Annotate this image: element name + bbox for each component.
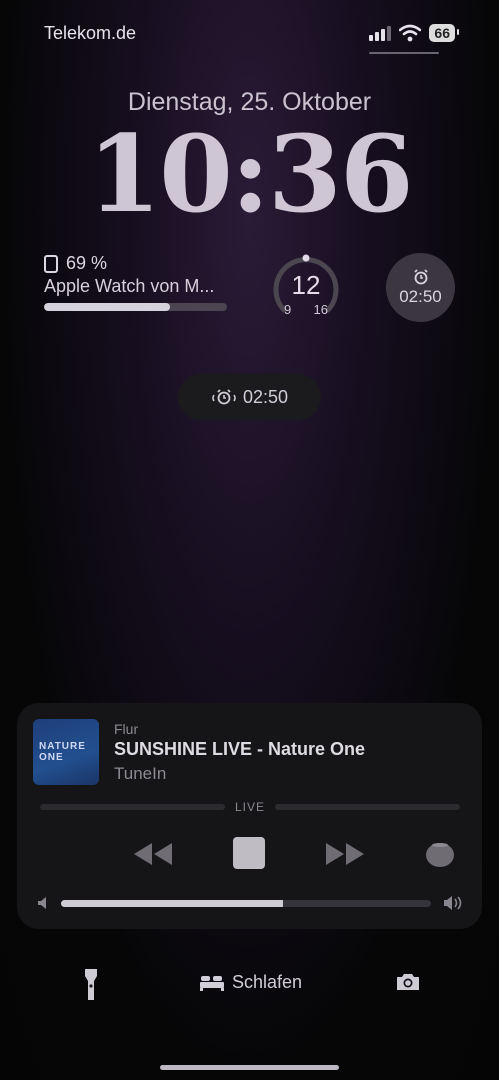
- watch-battery-widget[interactable]: 69 % Apple Watch von M...: [44, 253, 229, 311]
- track-source: TuneIn: [114, 764, 167, 783]
- watch-battery-bar: [44, 303, 227, 311]
- battery-badge: 66: [429, 24, 459, 42]
- lockscreen-bottom-bar: Schlafen: [0, 968, 499, 1002]
- track-title: SUNSHINE LIVE - Nature One: [114, 739, 366, 759]
- album-art[interactable]: NATURE ONE: [33, 719, 99, 785]
- carrier-label: Telekom.de: [44, 23, 137, 43]
- alarm-widget[interactable]: 02:50: [386, 253, 455, 322]
- upcoming-alarm-pill[interactable]: 02:50: [178, 374, 321, 420]
- volume-slider[interactable]: [37, 894, 465, 912]
- volume-track[interactable]: [61, 899, 431, 907]
- home-indicator[interactable]: [160, 1065, 339, 1070]
- temperature-min: 9: [284, 302, 292, 317]
- playback-progress: LIVE: [40, 800, 461, 814]
- rewind-icon[interactable]: [133, 841, 173, 867]
- volume-fill: [61, 899, 283, 907]
- sleep-button[interactable]: Schlafen: [200, 972, 302, 993]
- wifi-icon: [399, 24, 422, 42]
- temperature-widget[interactable]: 12 9 16: [270, 252, 342, 324]
- alarm-icon: [413, 268, 428, 284]
- watch-icon: [44, 254, 58, 273]
- flashlight-icon[interactable]: [84, 968, 98, 1002]
- volume-high-icon: [444, 896, 462, 910]
- alarm-widget-time: 02:50: [399, 286, 442, 306]
- alarm-icon: [212, 389, 236, 405]
- temperature-current: 12: [291, 270, 321, 300]
- watch-battery-percent: 69 %: [66, 253, 108, 273]
- playback-room: Flur: [114, 721, 139, 737]
- now-playing-card[interactable]: NATURE ONE Flur SUNSHINE LIVE - Nature O…: [17, 703, 482, 929]
- live-label: LIVE: [235, 800, 266, 814]
- camera-icon[interactable]: [395, 972, 421, 992]
- upcoming-alarm-time: 02:50: [242, 386, 289, 407]
- homepod-icon[interactable]: [425, 840, 455, 868]
- signal-icon: [369, 25, 392, 41]
- watch-device-name: Apple Watch von M...: [44, 276, 215, 296]
- stop-button[interactable]: [233, 837, 265, 869]
- sleep-label: Schlafen: [232, 972, 303, 992]
- lock-time: 10:36: [87, 111, 413, 236]
- watch-battery-fill: [44, 303, 171, 311]
- forward-icon[interactable]: [325, 841, 365, 867]
- album-art-text: NATURE ONE: [39, 741, 86, 763]
- volume-low-icon: [38, 897, 46, 909]
- status-icons: 66: [369, 22, 459, 44]
- bed-icon: [200, 975, 224, 991]
- control-center-indicator[interactable]: [369, 52, 439, 54]
- temperature-max: 16: [313, 302, 328, 317]
